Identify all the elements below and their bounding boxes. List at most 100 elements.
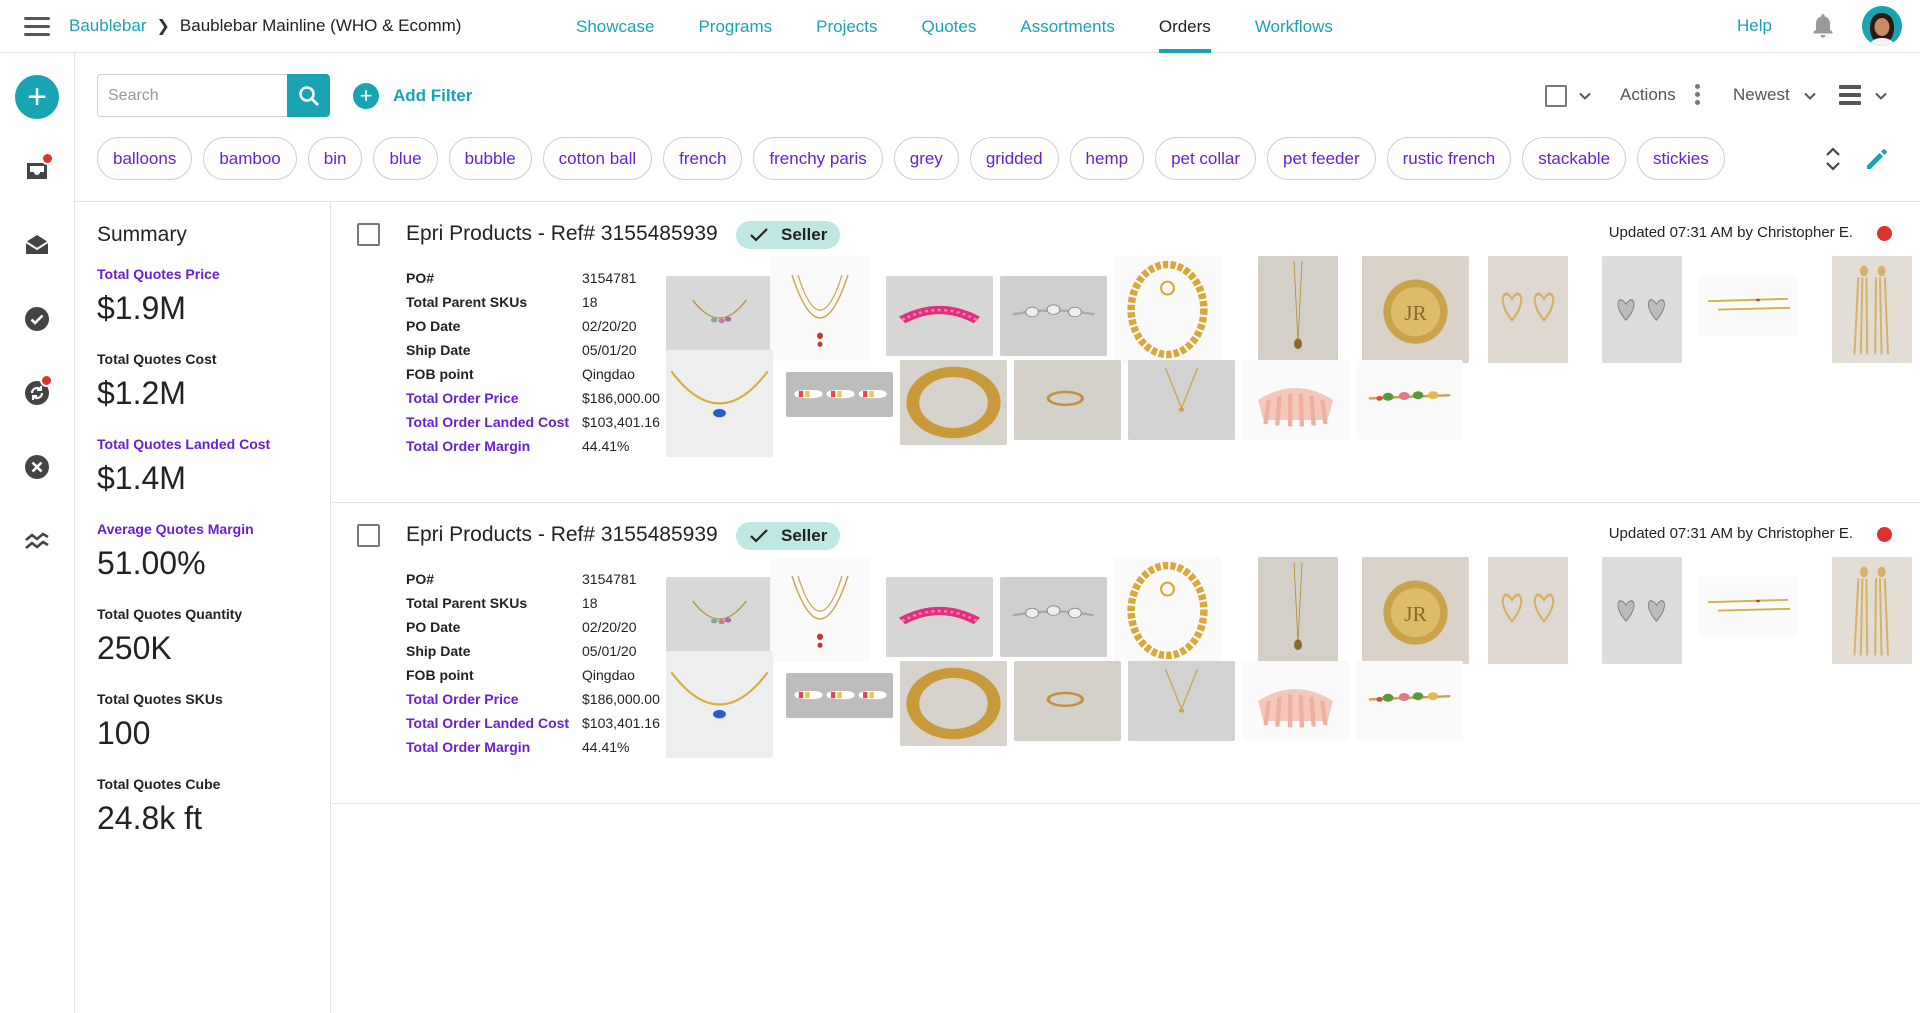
gold-bangle-thumbnail[interactable] [900,661,1007,746]
nav-assortments[interactable]: Assortments [998,0,1136,53]
striped-clips-thumbnail[interactable] [786,372,893,417]
tag-chip[interactable]: balloons [97,137,193,180]
order-checkbox[interactable] [357,524,380,547]
tag-chip[interactable]: grey [893,137,959,180]
detail-row: PO Date 02/20/20 [406,314,660,338]
thin-ring-thumbnail[interactable] [1014,360,1121,440]
dainty-necklace-thumbnail[interactable] [1128,661,1235,741]
gold-bangle-thumbnail[interactable] [900,360,1007,445]
user-avatar[interactable] [1862,6,1902,46]
tag-chip[interactable]: cotton ball [542,137,653,180]
chevron-down-icon[interactable] [1874,89,1888,103]
tag-chip[interactable]: stickies [1637,137,1725,180]
tag-chip[interactable]: blue [373,137,438,180]
thin-ring-thumbnail[interactable] [1014,661,1121,741]
more-options-icon[interactable] [1695,84,1701,106]
cancel-circle-icon[interactable] [18,448,56,486]
heart-studs-thumbnail[interactable] [1602,557,1682,664]
expand-collapse-icon[interactable] [1823,146,1843,172]
heart-earrings-thumbnail[interactable] [1488,256,1568,363]
floral-barrette-thumbnail[interactable] [1356,661,1463,741]
chain-necklace-thumbnail[interactable] [1114,256,1221,363]
tag-chip[interactable]: bin [307,137,363,180]
pendant-necklace-thumbnail[interactable] [770,256,870,361]
pencil-icon[interactable] [1864,146,1890,172]
help-link[interactable]: Help [1737,16,1772,36]
check-circle-icon[interactable] [18,300,56,338]
chevron-down-icon[interactable] [1578,89,1592,103]
stat-value: 24.8k ft [97,800,202,836]
tassel-earrings-thumbnail[interactable] [1832,557,1912,664]
hair-pins-thumbnail[interactable] [1698,577,1798,637]
nav-workflows[interactable]: Workflows [1233,0,1355,53]
inbox-tray-icon[interactable] [18,152,56,190]
search-input[interactable] [97,74,287,117]
analytics-icon[interactable] [18,522,56,560]
signet-ring-thumbnail[interactable]: JR [1362,256,1469,363]
detail-row: Total Order Landed Cost $103,401.16 [406,410,660,434]
striped-clips-thumbnail[interactable] [786,673,893,718]
sort-select[interactable]: Newest [1733,85,1790,105]
chain-necklace-thumbnail[interactable] [1114,557,1221,664]
dainty-necklace-thumbnail[interactable] [1128,360,1235,440]
pink-claw-clip-thumbnail[interactable] [1242,661,1349,741]
detail-value: 3154781 [582,270,637,286]
search-button[interactable] [287,74,330,117]
add-filter-label: Add Filter [393,86,473,105]
mail-icon[interactable] [18,226,56,264]
bell-icon[interactable] [1811,13,1835,39]
tag-chip[interactable]: pet collar [1155,137,1257,180]
breadcrumb-root[interactable]: Baublebar [69,16,147,36]
add-filter-button[interactable]: + Add Filter [353,83,472,109]
tag-chip[interactable]: stackable [1522,137,1627,180]
necklace-thumbnail[interactable] [666,276,773,356]
summary-title: Summary [97,223,187,246]
heart-studs-thumbnail[interactable] [1602,256,1682,363]
blue-pendant-thumbnail[interactable] [666,651,773,758]
nav-programs[interactable]: Programs [676,0,794,53]
order-title[interactable]: Epri Products - Ref# 3155485939 [406,222,718,246]
nav-orders[interactable]: Orders [1137,0,1233,53]
pendant-necklace-thumbnail[interactable] [770,557,870,662]
left-rail: + [0,53,75,1013]
sync-icon[interactable] [18,374,56,412]
pink-claw-clip-thumbnail[interactable] [1242,360,1349,440]
menu-icon[interactable] [24,17,50,37]
order-checkbox[interactable] [357,223,380,246]
detail-label: FOB point [406,667,474,683]
pink-headband-thumbnail[interactable] [886,276,993,356]
tag-chip[interactable]: hemp [1069,137,1145,180]
order-title[interactable]: Epri Products - Ref# 3155485939 [406,523,718,547]
pink-headband-thumbnail[interactable] [886,577,993,657]
crystal-bracelet-thumbnail[interactable] [1000,276,1107,356]
gold-necklace-thumbnail[interactable] [1258,256,1338,363]
actions-menu[interactable]: Actions [1620,85,1676,105]
tag-chip[interactable]: french [663,137,743,180]
tassel-earrings-thumbnail[interactable] [1832,256,1912,363]
badge-label: Seller [781,526,828,545]
nav-showcase[interactable]: Showcase [554,0,676,53]
floral-barrette-thumbnail[interactable] [1356,360,1463,440]
tag-chip[interactable]: bubble [448,137,532,180]
nav-quotes[interactable]: Quotes [900,0,999,53]
tag-chip[interactable]: pet feeder [1267,137,1376,180]
tag-chip[interactable]: bamboo [203,137,297,180]
notification-dot [40,374,53,387]
select-all-checkbox[interactable] [1545,85,1567,107]
blue-pendant-thumbnail[interactable] [666,350,773,457]
list-view-icon[interactable] [1839,85,1861,105]
create-new-button[interactable]: + [15,75,59,119]
heart-earrings-thumbnail[interactable] [1488,557,1568,664]
tag-chip[interactable]: gridded [969,137,1059,180]
signet-ring-thumbnail[interactable]: JR [1362,557,1469,664]
chevron-down-icon[interactable] [1803,89,1817,103]
crystal-bracelet-thumbnail[interactable] [1000,577,1107,657]
tag-chip[interactable]: frenchy paris [753,137,883,180]
gold-necklace-thumbnail[interactable] [1258,557,1338,664]
nav-projects[interactable]: Projects [794,0,899,53]
tag-chip[interactable]: rustic french [1386,137,1512,180]
order-details: PO# 3154781 Total Parent SKUs 18 PO Date 02… [406,266,660,458]
necklace-thumbnail[interactable] [666,577,773,657]
hair-pins-thumbnail[interactable] [1698,276,1798,336]
stat-total-quotes-cube: Total Quotes Cube 24.8k ft [97,776,220,837]
